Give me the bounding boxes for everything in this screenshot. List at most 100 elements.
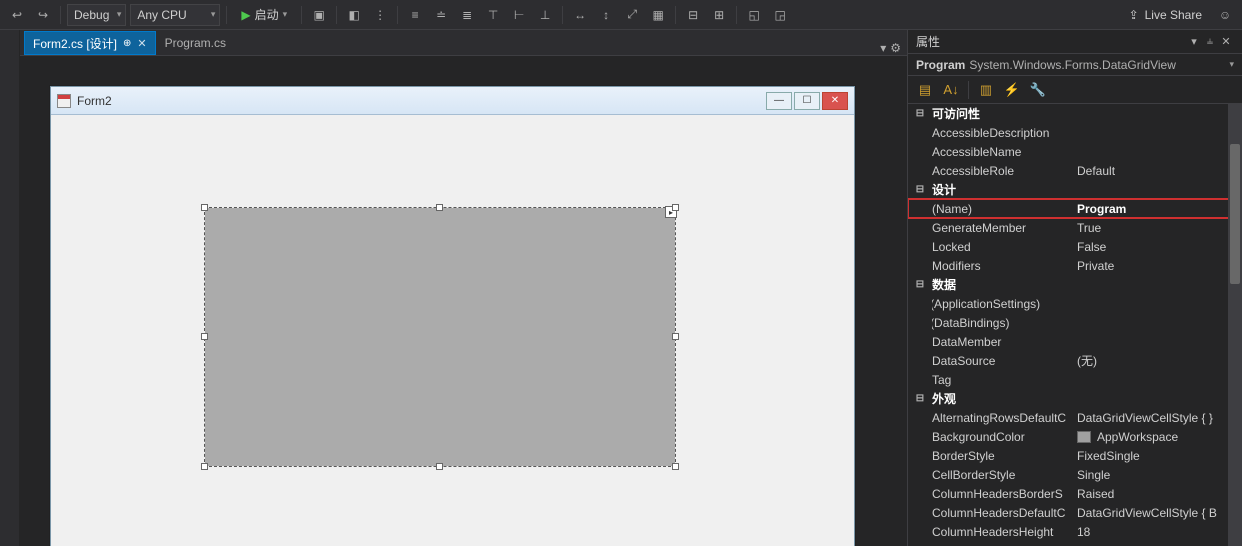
property-value[interactable]: (无) xyxy=(1077,352,1242,369)
property-row[interactable]: ⊞(ApplicationSettings) xyxy=(908,294,1242,313)
close-window-icon[interactable]: ✕ xyxy=(822,92,848,110)
resize-handle[interactable] xyxy=(201,463,208,470)
properties-icon[interactable]: ▥ xyxy=(975,79,997,101)
pin-icon[interactable]: ⫨ xyxy=(1202,35,1218,48)
categorized-icon[interactable]: ▤ xyxy=(914,79,936,101)
spacing-icon-2[interactable]: ⊞ xyxy=(708,4,730,26)
form-window[interactable]: Form2 — ☐ ✕ ▸ xyxy=(50,86,855,546)
property-value[interactable]: Single xyxy=(1077,468,1242,482)
property-row[interactable]: GenerateMemberTrue xyxy=(908,218,1242,237)
align-bot-icon[interactable]: ⊥ xyxy=(534,4,556,26)
property-value[interactable]: FixedSingle xyxy=(1077,449,1242,463)
wrench-icon[interactable]: 🔧 xyxy=(1027,79,1049,101)
resize-handle[interactable] xyxy=(436,463,443,470)
align-left-icon[interactable]: ≡ xyxy=(404,4,426,26)
property-row[interactable]: CellBorderStyleSingle xyxy=(908,465,1242,484)
property-row[interactable]: ColumnHeadersDefaultCDataGridViewCellSty… xyxy=(908,503,1242,522)
size-icon-4[interactable]: ▦ xyxy=(647,4,669,26)
resize-handle[interactable] xyxy=(672,333,679,340)
property-row[interactable]: AccessibleDescription xyxy=(908,123,1242,142)
datagridview-control[interactable]: ▸ xyxy=(205,208,675,466)
property-name: ColumnHeadersDefaultC xyxy=(932,506,1077,520)
property-value[interactable]: Default xyxy=(1077,164,1242,178)
tab-form2-design[interactable]: Form2.cs [设计] ⊕ ✕ xyxy=(24,31,156,55)
resize-handle[interactable] xyxy=(201,204,208,211)
size-icon-3[interactable]: ⤢ xyxy=(621,4,643,26)
property-row[interactable]: LockedFalse xyxy=(908,237,1242,256)
tool-icon-2[interactable]: ◧ xyxy=(343,4,365,26)
back-icon[interactable]: ↩ xyxy=(6,4,28,26)
collapse-icon[interactable]: ⊟ xyxy=(914,184,926,195)
property-value[interactable]: Raised xyxy=(1077,487,1242,501)
order-icon-1[interactable]: ◱ xyxy=(743,4,765,26)
property-category[interactable]: ⊟可访问性 xyxy=(908,104,1242,123)
size-icon-2[interactable]: ↕ xyxy=(595,4,617,26)
form-client-area[interactable]: ▸ xyxy=(51,115,854,546)
resize-handle[interactable] xyxy=(672,204,679,211)
collapse-icon[interactable]: ⊟ xyxy=(914,393,926,404)
property-row[interactable]: (Name)Program xyxy=(908,199,1242,218)
property-value[interactable]: AppWorkspace xyxy=(1077,430,1242,444)
property-grid[interactable]: ⊟可访问性AccessibleDescriptionAccessibleName… xyxy=(908,104,1242,546)
property-row[interactable]: AccessibleRoleDefault xyxy=(908,161,1242,180)
live-share-button[interactable]: ⇪ Live Share xyxy=(1121,8,1210,22)
spacing-icon-1[interactable]: ⊟ xyxy=(682,4,704,26)
start-button[interactable]: ▶ 启动 ▾ xyxy=(233,4,295,26)
property-value[interactable]: False xyxy=(1077,240,1242,254)
scrollbar[interactable] xyxy=(1228,104,1242,546)
gear-icon[interactable]: ⚙ xyxy=(890,41,901,55)
collapse-icon[interactable]: ⊟ xyxy=(914,279,926,290)
forward-icon[interactable]: ↪ xyxy=(32,4,54,26)
property-value[interactable]: True xyxy=(1077,221,1242,235)
property-category[interactable]: ⊟设计 xyxy=(908,180,1242,199)
property-value[interactable]: DataGridViewCellStyle { } xyxy=(1077,411,1242,425)
property-row[interactable]: AlternatingRowsDefaultCDataGridViewCellS… xyxy=(908,408,1242,427)
property-row[interactable]: ColumnHeadersHeight18 xyxy=(908,522,1242,541)
tool-icon-1[interactable]: ▣ xyxy=(308,4,330,26)
resize-handle[interactable] xyxy=(672,463,679,470)
maximize-icon[interactable]: ☐ xyxy=(794,92,820,110)
property-value[interactable]: DataGridViewCellStyle { B xyxy=(1077,506,1242,520)
property-row[interactable]: BackgroundColorAppWorkspace xyxy=(908,427,1242,446)
platform-combo[interactable]: Any CPU xyxy=(130,4,220,26)
property-row[interactable]: DataSource(无) xyxy=(908,351,1242,370)
property-row[interactable]: ⊞(DataBindings) xyxy=(908,313,1242,332)
pin-icon[interactable]: ⊕ xyxy=(123,38,131,49)
resize-handle[interactable] xyxy=(436,204,443,211)
order-icon-2[interactable]: ◲ xyxy=(769,4,791,26)
design-surface[interactable]: Form2 — ☐ ✕ ▸ xyxy=(20,56,907,546)
minimize-icon[interactable]: — xyxy=(766,92,792,110)
close-icon[interactable]: ✕ xyxy=(1218,35,1234,48)
property-name: ColumnHeadersHeight xyxy=(932,525,1077,539)
tool-icon-3[interactable]: ⋮ xyxy=(369,4,391,26)
tab-program-cs[interactable]: Program.cs xyxy=(156,31,235,55)
property-row[interactable]: BorderStyleFixedSingle xyxy=(908,446,1242,465)
events-icon[interactable]: ⚡ xyxy=(1001,79,1023,101)
align-center-icon[interactable]: ≐ xyxy=(430,4,452,26)
size-icon-1[interactable]: ↔ xyxy=(569,4,591,26)
property-row[interactable]: AccessibleName xyxy=(908,142,1242,161)
collapse-icon[interactable]: ⊟ xyxy=(914,108,926,119)
property-value[interactable]: Program xyxy=(1077,202,1242,216)
alphabetical-icon[interactable]: A↓ xyxy=(940,79,962,101)
property-row[interactable]: DataMember xyxy=(908,332,1242,351)
close-icon[interactable]: ✕ xyxy=(137,37,146,50)
align-right-icon[interactable]: ≣ xyxy=(456,4,478,26)
align-top-icon[interactable]: ⊤ xyxy=(482,4,504,26)
align-mid-icon[interactable]: ⊢ xyxy=(508,4,530,26)
property-value[interactable]: 18 xyxy=(1077,525,1242,539)
resize-handle[interactable] xyxy=(201,333,208,340)
object-selector[interactable]: Program System.Windows.Forms.DataGridVie… xyxy=(908,54,1242,76)
dropdown-icon[interactable]: ▾ xyxy=(1186,35,1202,48)
property-row[interactable]: ModifiersPrivate xyxy=(908,256,1242,275)
property-row[interactable]: Tag xyxy=(908,370,1242,389)
left-dock-strip[interactable] xyxy=(0,30,20,546)
config-combo[interactable]: Debug xyxy=(67,4,126,26)
tabs-dropdown-icon[interactable]: ▾ xyxy=(880,41,886,55)
property-category[interactable]: ⊟数据 xyxy=(908,275,1242,294)
property-value[interactable]: Private xyxy=(1077,259,1242,273)
scrollbar-thumb[interactable] xyxy=(1230,144,1240,284)
property-category[interactable]: ⊟外观 xyxy=(908,389,1242,408)
account-icon[interactable]: ☺ xyxy=(1214,4,1236,26)
property-row[interactable]: ColumnHeadersBorderSRaised xyxy=(908,484,1242,503)
